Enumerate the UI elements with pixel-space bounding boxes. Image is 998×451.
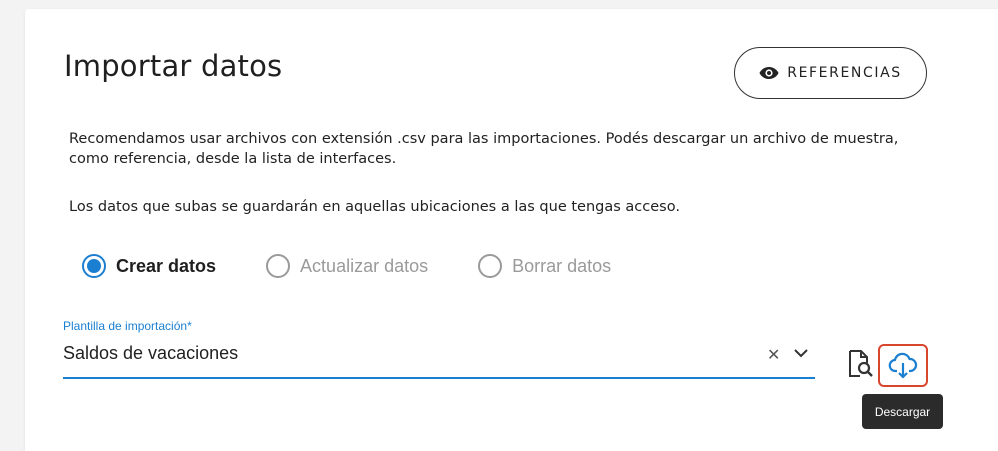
radio-label: Borrar datos [512, 255, 612, 276]
page-title: Importar datos [64, 49, 283, 83]
import-mode-radio-group: Crear datos Actualizar datos Borrar dato… [82, 254, 661, 278]
eye-icon [759, 66, 779, 80]
download-tooltip: Descargar [862, 394, 943, 429]
template-field-label: Plantilla de importación* [63, 319, 192, 333]
description-csv: Recomendamos usar archivos con extensión… [69, 131, 899, 167]
clear-icon[interactable]: ✕ [767, 345, 780, 365]
chevron-down-icon[interactable] [793, 346, 809, 360]
radio-label: Crear datos [116, 255, 217, 276]
radio-checked-icon [82, 254, 106, 278]
references-button-label: REFERENCIAS [787, 65, 902, 81]
cloud-download-icon[interactable] [878, 344, 928, 387]
radio-label: Actualizar datos [300, 255, 429, 276]
description-access: Los datos que subas se guardarán en aque… [69, 199, 680, 215]
template-select-value: Saldos de vacaciones [63, 343, 239, 363]
references-button[interactable]: REFERENCIAS [734, 47, 927, 99]
radio-actualizar-datos[interactable]: Actualizar datos [266, 254, 428, 278]
radio-unchecked-icon [266, 254, 291, 278]
template-select[interactable]: Saldos de vacaciones ✕ [63, 337, 815, 379]
radio-borrar-datos[interactable]: Borrar datos [478, 254, 611, 278]
radio-unchecked-icon [478, 254, 503, 278]
radio-crear-datos[interactable]: Crear datos [82, 254, 216, 278]
import-card: Importar datos REFERENCIAS Recomendamos … [25, 9, 998, 451]
file-search-icon[interactable] [847, 349, 875, 379]
